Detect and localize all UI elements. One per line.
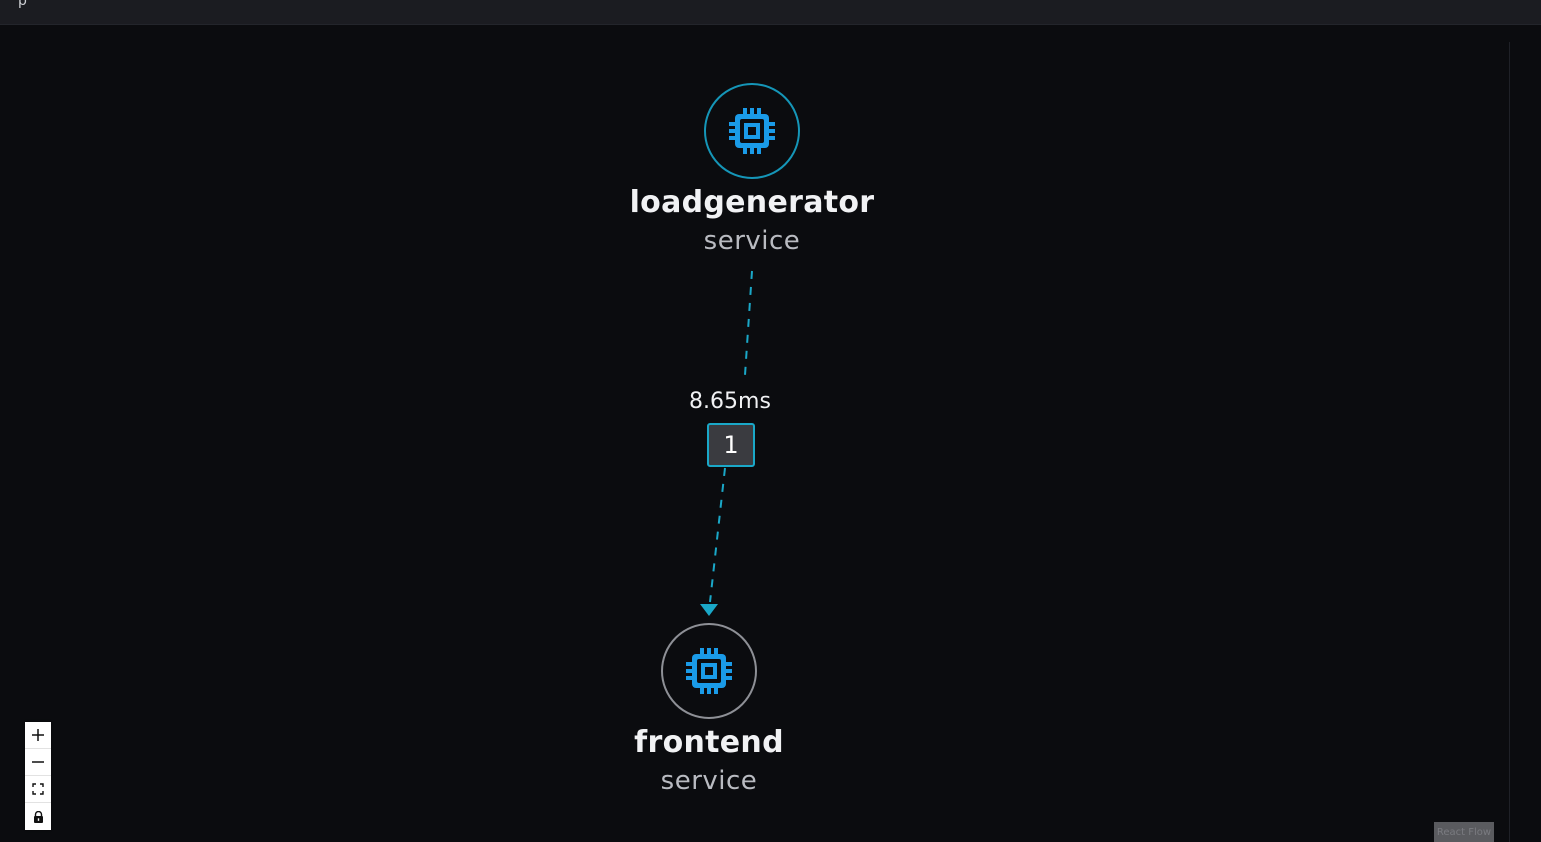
fit-view-icon (32, 783, 44, 795)
lock-button[interactable] (25, 803, 51, 830)
cpu-icon (729, 108, 775, 154)
lock-icon (33, 810, 43, 823)
node-subtitle: service (660, 766, 758, 796)
header-title-fragment: p (18, 0, 27, 9)
fit-view-button[interactable] (25, 776, 51, 803)
edge-latency-label: 8.65ms (689, 389, 771, 414)
zoom-out-button[interactable] (25, 749, 51, 776)
minus-icon (32, 761, 44, 763)
flow-controls (25, 722, 51, 830)
react-flow-attribution[interactable]: React Flow (1434, 822, 1494, 842)
edge-count-badge[interactable]: 1 (707, 423, 755, 467)
node-circle[interactable] (661, 623, 757, 719)
node-subtitle: service (703, 226, 801, 256)
node-loadgenerator[interactable]: loadgenerator service (622, 83, 882, 261)
panel-divider (1509, 42, 1510, 842)
node-title: loadgenerator (629, 185, 875, 220)
top-bar: p (0, 0, 1541, 25)
node-title: frontend (634, 725, 784, 760)
zoom-in-button[interactable] (25, 722, 51, 749)
cpu-icon (686, 648, 732, 694)
node-frontend[interactable]: frontend service (579, 623, 839, 801)
plus-icon (32, 729, 44, 741)
node-circle[interactable] (704, 83, 800, 179)
